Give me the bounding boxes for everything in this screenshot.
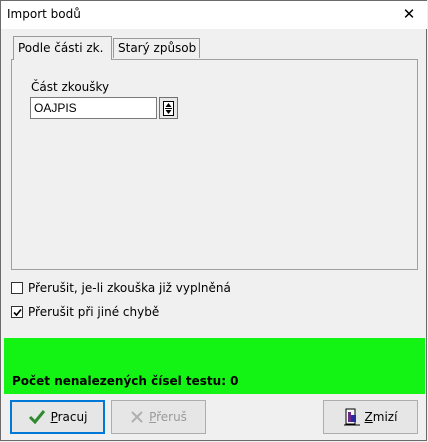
tab-label: Starý způsob <box>118 41 197 55</box>
checkbox-label: Přerušit, je-li zkouška již vyplněná <box>28 281 231 295</box>
picker-icon <box>163 100 174 116</box>
tab-podle-casti[interactable]: Podle části zk. <box>13 36 112 60</box>
import-dialog: Import bodů ✕ Podle části zk. Starý způs… <box>0 0 427 441</box>
tab-label: Podle části zk. <box>18 41 104 55</box>
picker-button[interactable] <box>159 97 178 119</box>
run-button[interactable]: Pracuj <box>10 400 105 434</box>
tab-stary-zpusob[interactable]: Starý způsob <box>113 38 200 58</box>
checkbox-abort-other-error[interactable] <box>11 306 23 318</box>
close-label: Zmizí <box>364 410 398 424</box>
exit-door-icon <box>343 408 360 426</box>
close-button[interactable]: Zmizí <box>323 400 418 434</box>
window-title: Import bodů <box>7 7 81 21</box>
stop-button[interactable]: Přeruš <box>111 400 206 434</box>
close-icon[interactable]: ✕ <box>397 3 421 25</box>
status-text: Počet nenalezených čísel testu: 0 <box>12 374 239 388</box>
checkmark-icon <box>12 308 22 316</box>
stop-label: Přeruš <box>149 410 187 424</box>
exam-part-input[interactable] <box>30 97 157 119</box>
title-bar: Import bodů ✕ <box>1 1 427 29</box>
field-label: Část zkoušky <box>31 80 110 94</box>
checkbox-label: Přerušit při jiné chybě <box>28 305 160 319</box>
checkbox-abort-if-filled[interactable] <box>11 282 23 294</box>
cross-icon <box>130 410 144 424</box>
checkmark-icon <box>28 409 46 425</box>
run-label: Pracuj <box>50 410 88 424</box>
